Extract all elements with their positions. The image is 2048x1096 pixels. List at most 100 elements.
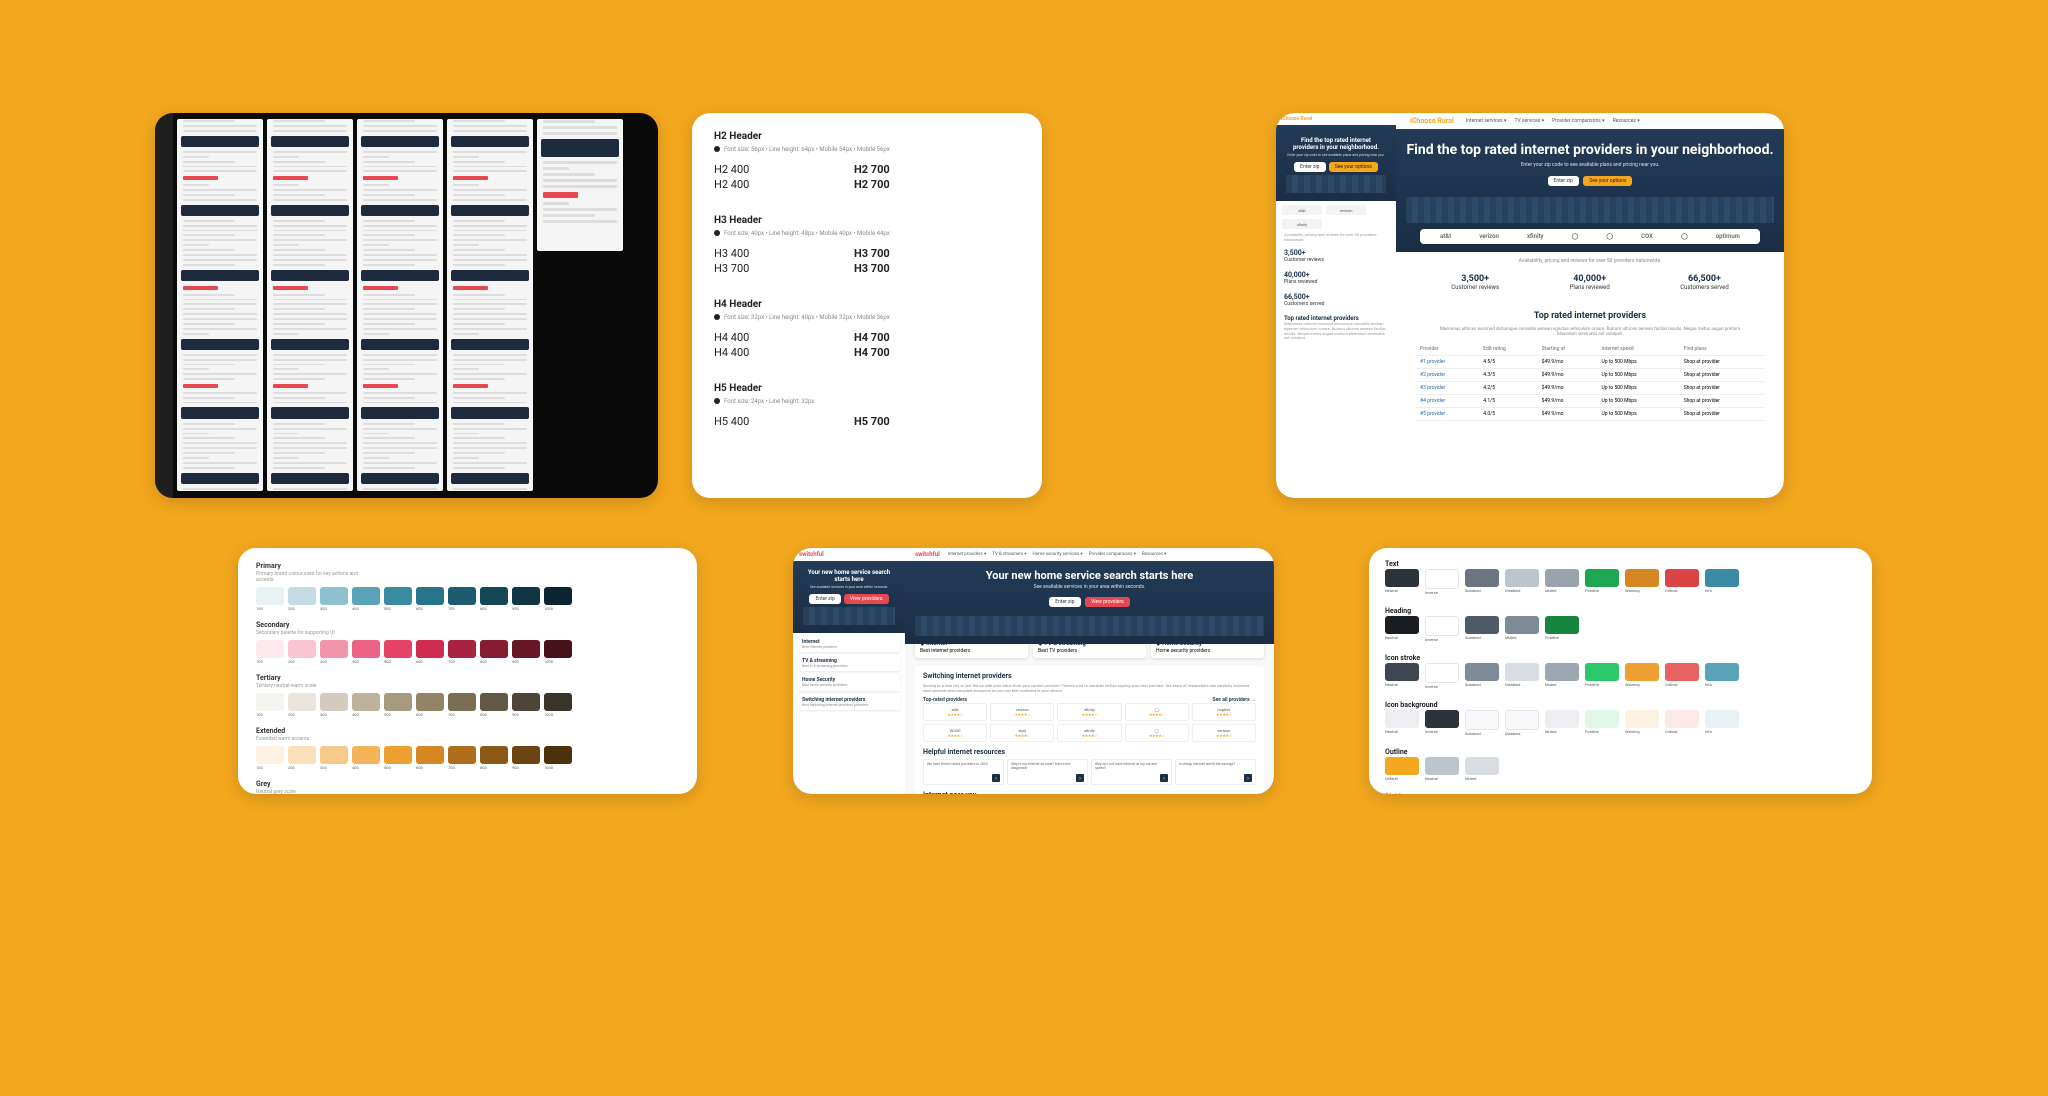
- swatch[interactable]: 400: [352, 693, 380, 717]
- swatch[interactable]: 200: [288, 693, 316, 717]
- swatch[interactable]: 100: [256, 640, 284, 664]
- swatch[interactable]: 900: [512, 693, 540, 717]
- provider-card[interactable]: xfinity★★★★☆: [1057, 724, 1121, 742]
- swatch[interactable]: 1000: [544, 640, 572, 664]
- zip-input-mini[interactable]: Enter zip: [809, 594, 840, 604]
- swatch[interactable]: 700: [448, 746, 476, 770]
- token-swatch[interactable]: Muted: [1545, 569, 1579, 595]
- table-row[interactable]: #2 provider4.3/5$49.9/moUp to 500 MbpsSh…: [1416, 369, 1764, 382]
- provider-card[interactable]: hughes★★★★☆: [1192, 703, 1256, 721]
- provider-card[interactable]: ziply★★★★☆: [990, 724, 1054, 742]
- zip-input-mini[interactable]: Enter zip: [1294, 162, 1325, 172]
- token-swatch[interactable]: Disabled: [1505, 663, 1539, 689]
- category-card-mini[interactable]: Switching internet providersBest switchi…: [798, 694, 900, 710]
- table-row[interactable]: #3 provider4.2/5$49.9/moUp to 500 MbpsSh…: [1416, 382, 1764, 395]
- zip-input[interactable]: Enter zip: [1548, 176, 1579, 186]
- swatch[interactable]: 300: [320, 746, 348, 770]
- token-swatch[interactable]: Inverse: [1425, 710, 1459, 736]
- provider-card[interactable]: WOW!★★★★☆: [923, 724, 987, 742]
- cta-button[interactable]: View providers: [1085, 597, 1130, 607]
- resource-card[interactable]: Is cheap internet worth the savings?: [1175, 759, 1256, 785]
- swatch[interactable]: 1000: [544, 587, 572, 611]
- swatch[interactable]: 100: [256, 746, 284, 770]
- swatch[interactable]: 300: [320, 640, 348, 664]
- token-swatch[interactable]: Info: [1705, 710, 1739, 736]
- swatch[interactable]: 200: [288, 640, 316, 664]
- table-row[interactable]: #5 provider4.0/5$49.9/moUp to 500 MbpsSh…: [1416, 408, 1764, 421]
- cta-button-mini[interactable]: View providers: [844, 594, 889, 604]
- table-row[interactable]: #1 provider4.5/5$49.9/moUp to 500 MbpsSh…: [1416, 356, 1764, 369]
- token-swatch[interactable]: Muted: [1545, 710, 1579, 736]
- token-swatch[interactable]: Neutral: [1385, 710, 1419, 736]
- provider-card[interactable]: xfinity★★★★☆: [1057, 703, 1121, 721]
- token-swatch[interactable]: Inverse: [1425, 616, 1459, 642]
- token-swatch[interactable]: Subdued: [1465, 663, 1499, 689]
- provider-card[interactable]: verizon★★★★☆: [990, 703, 1054, 721]
- swatch[interactable]: 100: [256, 587, 284, 611]
- resource-card[interactable]: Why is my internet so slow? Here's the d…: [1007, 759, 1088, 785]
- provider-card[interactable]: verizon★★★★☆: [1192, 724, 1256, 742]
- swatch[interactable]: 300: [320, 693, 348, 717]
- token-swatch[interactable]: Disabled: [1505, 569, 1539, 595]
- resource-card[interactable]: We have finest minds providers in 2024: [923, 759, 1004, 785]
- swatch[interactable]: 500: [384, 587, 412, 611]
- swatch[interactable]: 400: [352, 640, 380, 664]
- nav-items[interactable]: Internet services ▾TV services ▾Provider…: [1466, 118, 1648, 124]
- token-swatch[interactable]: Warning: [1625, 710, 1659, 736]
- provider-card[interactable]: ◯★★★★☆: [1125, 703, 1189, 721]
- token-swatch[interactable]: Warning: [1625, 663, 1659, 689]
- token-swatch[interactable]: Warning: [1625, 569, 1659, 595]
- token-swatch[interactable]: Neutral: [1385, 616, 1419, 642]
- token-swatch[interactable]: Subdued: [1465, 569, 1499, 595]
- token-swatch[interactable]: Positive: [1545, 616, 1579, 642]
- swatch[interactable]: 500: [384, 693, 412, 717]
- token-swatch[interactable]: Neutral: [1385, 663, 1419, 689]
- swatch[interactable]: 200: [288, 587, 316, 611]
- token-swatch[interactable]: Critical: [1665, 663, 1699, 689]
- token-swatch[interactable]: Inverse: [1425, 569, 1459, 595]
- swatch[interactable]: 900: [512, 746, 540, 770]
- swatch[interactable]: 1000: [544, 746, 572, 770]
- swatch[interactable]: 800: [480, 587, 508, 611]
- token-swatch[interactable]: Subdued: [1465, 710, 1499, 736]
- token-swatch[interactable]: Info: [1705, 569, 1739, 595]
- swatch[interactable]: 600: [416, 640, 444, 664]
- zip-input[interactable]: Enter zip: [1049, 597, 1080, 607]
- token-swatch[interactable]: Disabled: [1505, 710, 1539, 736]
- swatch[interactable]: 500: [384, 746, 412, 770]
- token-swatch[interactable]: Muted: [1505, 616, 1539, 642]
- swatch[interactable]: 300: [320, 587, 348, 611]
- swatch[interactable]: 600: [416, 746, 444, 770]
- token-swatch[interactable]: Muted: [1545, 663, 1579, 689]
- token-swatch[interactable]: Subdued: [1465, 616, 1499, 642]
- category-card-mini[interactable]: TV & streamingBest tv & streaming provid…: [798, 655, 900, 671]
- swatch[interactable]: 600: [416, 587, 444, 611]
- swatch[interactable]: 700: [448, 640, 476, 664]
- cta-button-mini[interactable]: See your options: [1329, 162, 1378, 172]
- token-swatch[interactable]: Inverse: [1425, 663, 1459, 689]
- swatch[interactable]: 400: [352, 587, 380, 611]
- token-swatch[interactable]: Positive: [1585, 710, 1619, 736]
- swatch[interactable]: 200: [288, 746, 316, 770]
- token-swatch[interactable]: Positive: [1585, 663, 1619, 689]
- swatch[interactable]: 700: [448, 693, 476, 717]
- cta-button[interactable]: See your options: [1583, 176, 1632, 186]
- swatch[interactable]: 800: [480, 746, 508, 770]
- provider-card[interactable]: at&t★★★★☆: [923, 703, 987, 721]
- swatch[interactable]: 900: [512, 640, 540, 664]
- token-swatch[interactable]: Neutral: [1425, 757, 1459, 781]
- token-swatch[interactable]: Default: [1385, 757, 1419, 781]
- token-swatch[interactable]: Positive: [1585, 569, 1619, 595]
- token-swatch[interactable]: Neutral: [1385, 569, 1419, 595]
- swatch[interactable]: 900: [512, 587, 540, 611]
- table-row[interactable]: #4 provider4.1/5$49.9/moUp to 500 MbpsSh…: [1416, 395, 1764, 408]
- swatch[interactable]: 400: [352, 746, 380, 770]
- token-swatch[interactable]: Critical: [1665, 569, 1699, 595]
- token-swatch[interactable]: Muted: [1465, 757, 1499, 781]
- swatch[interactable]: 100: [256, 693, 284, 717]
- token-swatch[interactable]: Critical: [1665, 710, 1699, 736]
- swatch[interactable]: 1000: [544, 693, 572, 717]
- category-card-mini[interactable]: InternetBest internet providers: [798, 636, 900, 652]
- token-swatch[interactable]: Info: [1705, 663, 1739, 689]
- provider-card[interactable]: ◯★★★★☆: [1125, 724, 1189, 742]
